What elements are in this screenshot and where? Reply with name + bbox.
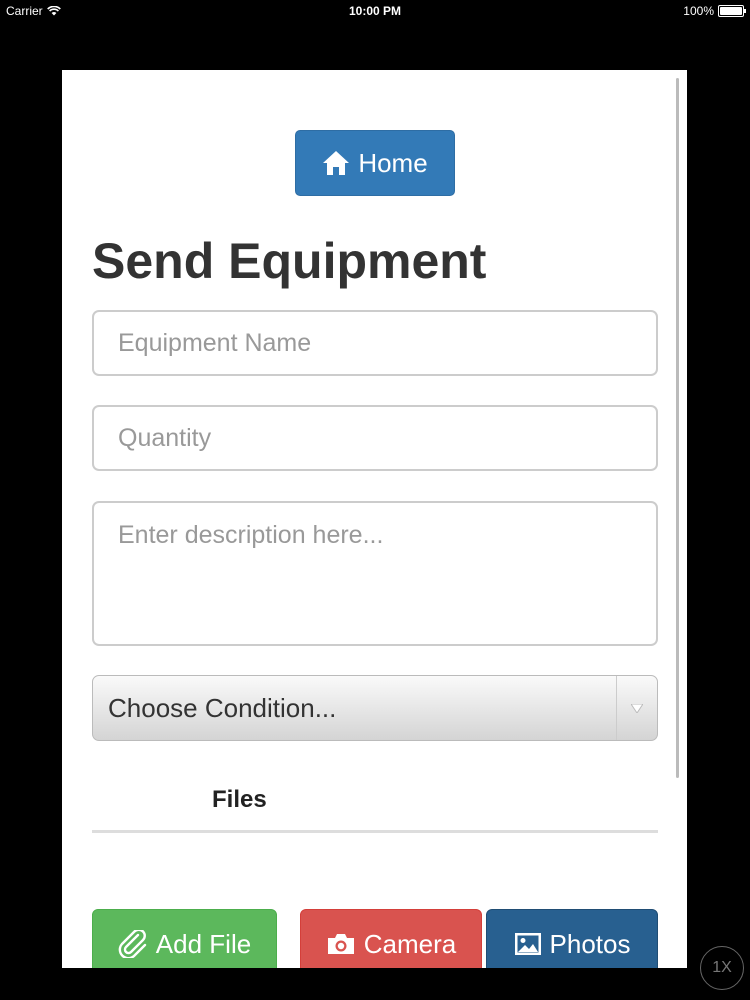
condition-select[interactable]: Choose Condition... — [92, 675, 658, 741]
add-file-label: Add File — [155, 928, 252, 959]
status-bar: Carrier 10:00 PM 100% — [0, 0, 750, 22]
photos-label: Photos — [549, 928, 631, 959]
battery-indicator: 100% — [683, 4, 746, 18]
app-webview: Home Send Equipment Choose Condition... … — [62, 70, 687, 968]
files-divider — [92, 830, 658, 833]
paperclip-icon — [118, 930, 146, 958]
photo-icon — [514, 933, 541, 955]
description-textarea[interactable] — [92, 501, 658, 646]
equipment-name-input[interactable] — [92, 310, 658, 376]
zoom-badge[interactable]: 1X — [700, 946, 744, 990]
home-icon — [323, 151, 350, 175]
home-button-label: Home — [358, 147, 428, 178]
camera-button[interactable]: Camera — [300, 909, 482, 968]
camera-icon — [327, 934, 354, 954]
battery-icon — [718, 5, 746, 17]
home-button[interactable]: Home — [295, 130, 455, 196]
condition-select-value: Choose Condition... — [108, 692, 337, 723]
files-heading: Files — [212, 786, 267, 813]
photos-button[interactable]: Photos — [486, 909, 658, 968]
page-title: Send Equipment — [92, 233, 487, 289]
quantity-input[interactable] — [92, 405, 658, 471]
condition-select-arrow[interactable] — [616, 676, 657, 740]
camera-label: Camera — [363, 928, 457, 959]
battery-percent: 100% — [683, 4, 714, 18]
add-file-button[interactable]: Add File — [92, 909, 277, 968]
scrollbar[interactable] — [676, 78, 679, 778]
triangle-down-icon — [631, 703, 643, 713]
status-time: 10:00 PM — [348, 4, 402, 18]
